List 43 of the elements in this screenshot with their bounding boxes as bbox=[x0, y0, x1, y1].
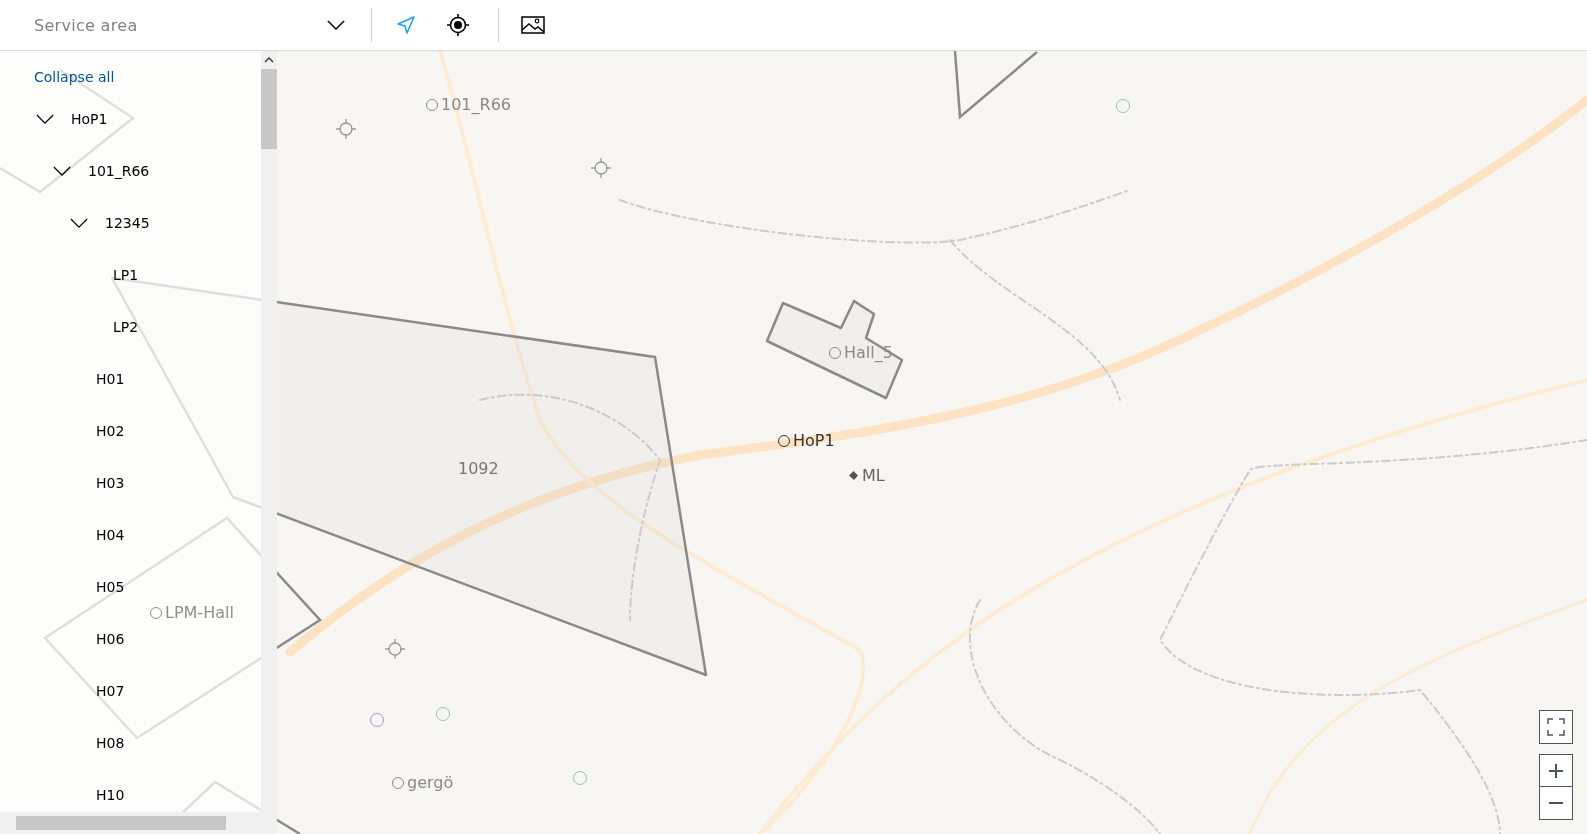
chevron-icon[interactable] bbox=[69, 216, 89, 230]
machine-marker-icon[interactable] bbox=[848, 470, 859, 481]
chevron-icon[interactable] bbox=[35, 112, 55, 126]
fullscreen-button[interactable] bbox=[1539, 709, 1573, 744]
tree-item[interactable]: H05 bbox=[96, 579, 125, 595]
tree-item[interactable]: H02 bbox=[96, 423, 125, 439]
scrollbar-thumb[interactable] bbox=[16, 816, 226, 830]
chevron-icon bbox=[327, 19, 345, 31]
tree-item[interactable]: H04 bbox=[96, 527, 125, 543]
fullscreen-icon bbox=[1547, 717, 1565, 736]
area-label: 1092 bbox=[458, 459, 499, 478]
minus-icon bbox=[1549, 801, 1563, 805]
zoom-in-button[interactable] bbox=[1539, 753, 1573, 788]
map-marker-label: 101_R66 bbox=[441, 95, 511, 114]
zoom-out-button[interactable] bbox=[1539, 786, 1573, 820]
image-icon bbox=[521, 16, 545, 34]
tree-item[interactable]: H07 bbox=[96, 683, 125, 699]
tree-item[interactable]: LP1 bbox=[113, 267, 139, 283]
map-marker-label: LPM-Hall bbox=[165, 603, 234, 622]
tree-item[interactable]: HoP1 bbox=[71, 111, 108, 127]
tree-item[interactable]: H10 bbox=[96, 787, 125, 803]
tree-item[interactable]: 101_R66 bbox=[88, 163, 150, 179]
tree-item[interactable]: LP2 bbox=[113, 319, 139, 335]
service-area-select[interactable]: Service area bbox=[0, 0, 371, 50]
map-marker-label: HoP1 bbox=[793, 431, 835, 450]
plus-icon bbox=[1549, 763, 1563, 778]
crosshair-marker-icon bbox=[591, 158, 611, 178]
tree-item[interactable]: H01 bbox=[96, 371, 125, 387]
map-marker-label: gergö bbox=[407, 773, 454, 792]
tree-item[interactable]: H06 bbox=[96, 631, 125, 647]
crosshair-marker-icon bbox=[385, 639, 405, 659]
map-marker-label: ML bbox=[862, 466, 885, 485]
scrollbar-thumb[interactable] bbox=[261, 69, 277, 149]
collapse-all-link[interactable]: Collapse all bbox=[34, 67, 115, 87]
tree-item[interactable]: H03 bbox=[96, 475, 125, 491]
crosshair-icon bbox=[447, 14, 469, 36]
tree-item[interactable]: 12345 bbox=[105, 215, 150, 231]
horizontal-scrollbar[interactable] bbox=[0, 812, 261, 834]
navigation-arrow-icon bbox=[396, 15, 416, 35]
crosshair-marker-icon bbox=[336, 119, 356, 139]
tree-item[interactable]: H08 bbox=[96, 735, 125, 751]
chevron-icon[interactable] bbox=[52, 164, 72, 178]
vertical-scrollbar[interactable] bbox=[261, 51, 277, 834]
